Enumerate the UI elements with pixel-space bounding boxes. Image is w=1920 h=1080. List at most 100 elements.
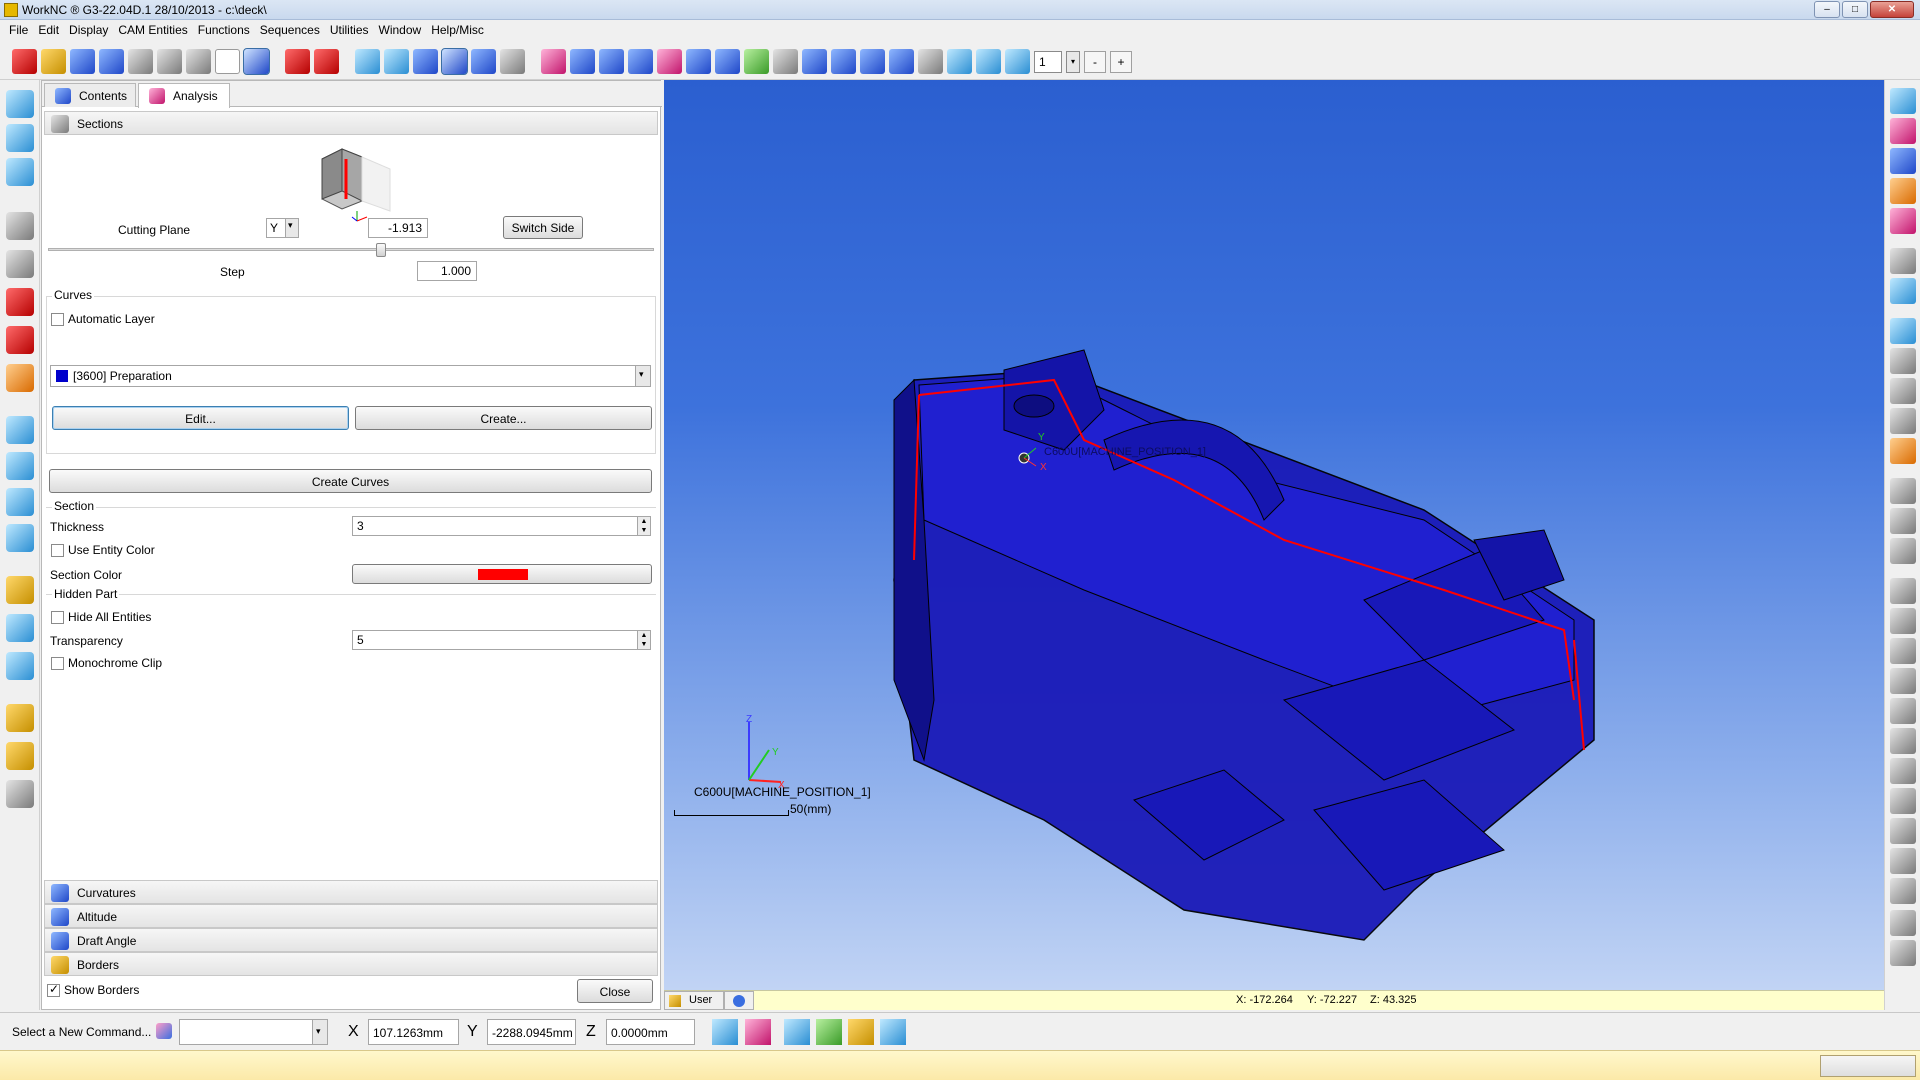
part-model[interactable] [664, 80, 1884, 1010]
transparency-input[interactable]: 5 [352, 630, 638, 650]
machine-icon[interactable] [6, 780, 34, 808]
pick-surface-icon[interactable] [816, 1019, 842, 1045]
step-input[interactable]: 1.000 [417, 261, 477, 281]
gouge-check-icon[interactable] [6, 364, 34, 392]
3d-viewport[interactable]: C600U[MACHINE_POSITION_1] Y X Z Y X C600… [664, 80, 1884, 1010]
path-5-icon[interactable] [1890, 608, 1916, 634]
flat-tool-icon[interactable] [1890, 348, 1916, 374]
print-icon[interactable] [128, 49, 153, 74]
y-coord-input[interactable]: -2288.0945mm [487, 1019, 576, 1045]
measure-icon[interactable] [976, 49, 1001, 74]
menu-file[interactable]: File [4, 20, 33, 40]
path-14-icon[interactable] [1890, 878, 1916, 904]
automatic-layer-checkbox[interactable] [51, 313, 64, 326]
zoom-out-button[interactable]: - [1084, 50, 1106, 73]
hide-all-entities-checkbox[interactable] [51, 611, 64, 624]
toolpath-sequence-icon[interactable] [6, 124, 34, 152]
rotate-icon[interactable] [889, 49, 914, 74]
zoom-in-button[interactable]: + [1110, 50, 1132, 73]
pick-point-icon[interactable] [784, 1019, 810, 1045]
minimize-button[interactable]: ‒ [1814, 1, 1840, 18]
zoom-level-dropdown[interactable]: ▾ [1066, 50, 1080, 73]
cam-report-icon[interactable] [6, 652, 34, 680]
section-view-icon[interactable] [947, 49, 972, 74]
holder-check-icon[interactable] [6, 326, 34, 354]
grid-icon[interactable] [215, 49, 240, 74]
borders-header[interactable]: Borders [44, 952, 658, 976]
thickness-spinner[interactable]: ▲ ▼ [637, 516, 651, 536]
path-16-icon[interactable] [1890, 940, 1916, 966]
view-cube-red-icon[interactable] [1890, 118, 1916, 144]
path-9-icon[interactable] [1890, 728, 1916, 754]
redo-icon[interactable] [186, 49, 211, 74]
path-13-icon[interactable] [1890, 848, 1916, 874]
layers-icon[interactable] [744, 49, 769, 74]
import-icon[interactable] [70, 49, 95, 74]
draft-angle-header[interactable]: Draft Angle [44, 928, 658, 952]
cutting-plane-slider-thumb[interactable] [376, 243, 387, 257]
axis-xz-icon[interactable] [285, 49, 310, 74]
path-12-icon[interactable] [1890, 818, 1916, 844]
wireframe-view-icon[interactable] [355, 49, 380, 74]
pan-icon[interactable] [860, 49, 885, 74]
cam-plan-icon[interactable] [6, 576, 34, 604]
monochrome-clip-checkbox[interactable] [51, 657, 64, 670]
command-input[interactable] [179, 1019, 313, 1045]
image-icon[interactable] [1890, 278, 1916, 304]
view-top-icon[interactable] [541, 49, 566, 74]
view-iso2-icon[interactable] [686, 49, 711, 74]
view-rotate-icon[interactable] [628, 49, 653, 74]
menu-sequences[interactable]: Sequences [255, 20, 325, 40]
cutting-plane-value-input[interactable]: -1.913 [368, 218, 428, 238]
path-10-icon[interactable] [1890, 758, 1916, 784]
axis-m-icon[interactable] [314, 49, 339, 74]
zoom-fit-icon[interactable] [802, 49, 827, 74]
panel-toggle-icon[interactable] [243, 48, 270, 75]
menu-window[interactable]: Window [374, 20, 427, 40]
view-side-icon[interactable] [599, 49, 624, 74]
pick-curve-icon[interactable] [848, 1019, 874, 1045]
zoom-level-input[interactable]: 1 [1034, 50, 1062, 73]
switch-side-button[interactable]: Switch Side [503, 216, 583, 239]
clipboard-icon[interactable] [773, 49, 798, 74]
path-6-icon[interactable] [1890, 638, 1916, 664]
zoom-window-icon[interactable] [831, 49, 856, 74]
menu-cam-entities[interactable]: CAM Entities [113, 20, 192, 40]
cutting-plane-axis-dropdown[interactable]: ▾ [285, 218, 299, 238]
command-dropdown[interactable]: ▾ [312, 1019, 328, 1045]
maximize-button[interactable]: □ [1842, 1, 1868, 18]
view-tab-2[interactable] [724, 991, 754, 1010]
h-tool-icon[interactable] [6, 452, 34, 480]
z-coord-input[interactable]: 0.0000mm [606, 1019, 695, 1045]
edit-button[interactable]: Edit... [52, 406, 349, 430]
new-icon[interactable] [12, 49, 37, 74]
path-7-icon[interactable] [1890, 668, 1916, 694]
s-tool-icon[interactable] [6, 416, 34, 444]
stock-icon[interactable] [6, 212, 34, 240]
use-entity-color-checkbox[interactable] [51, 544, 64, 557]
path-1-icon[interactable] [1890, 478, 1916, 504]
path-11-icon[interactable] [1890, 788, 1916, 814]
tall-tool-icon[interactable] [1890, 408, 1916, 434]
menu-display[interactable]: Display [64, 20, 113, 40]
layer-select[interactable]: [3600] Preparation [50, 365, 636, 387]
menu-utilities[interactable]: Utilities [325, 20, 374, 40]
menu-functions[interactable]: Functions [193, 20, 255, 40]
shaded-view-icon[interactable] [413, 49, 438, 74]
nc-output-icon[interactable] [6, 742, 34, 770]
view-iso-icon[interactable] [657, 49, 682, 74]
snapshot-icon[interactable] [500, 49, 525, 74]
undo-icon[interactable] [157, 49, 182, 74]
pick-target-icon[interactable] [745, 1019, 771, 1045]
close-button[interactable]: Close [577, 979, 653, 1003]
stock-update-icon[interactable] [6, 250, 34, 278]
path-2-icon[interactable] [1890, 508, 1916, 534]
cutting-plane-slider-track[interactable] [48, 248, 654, 251]
open-folder-icon[interactable] [41, 49, 66, 74]
x-coord-input[interactable]: 107.1263mm [368, 1019, 459, 1045]
close-window-button[interactable]: ✕ [1870, 1, 1914, 18]
altitude-header[interactable]: Altitude [44, 904, 658, 928]
transparency-spinner[interactable]: ▲ ▼ [637, 630, 651, 650]
curvatures-header[interactable]: Curvatures [44, 880, 658, 904]
view-iso3-icon[interactable] [715, 49, 740, 74]
